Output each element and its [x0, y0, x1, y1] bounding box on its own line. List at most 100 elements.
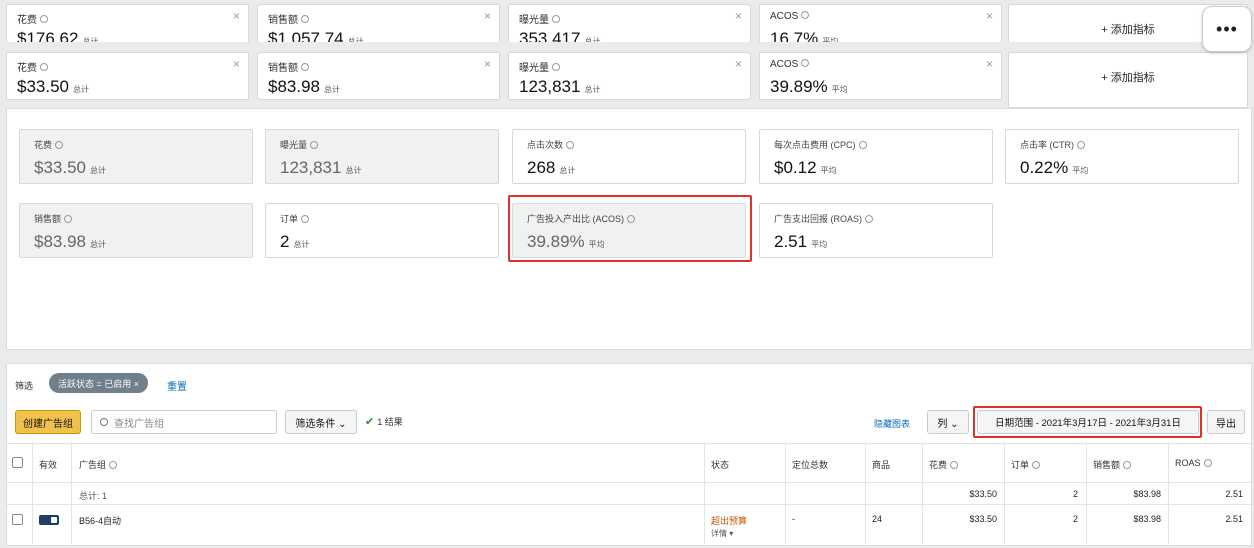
card-unit: 总计 [324, 85, 340, 94]
spend-value: $33.50 [969, 514, 997, 524]
metric-tile[interactable]: 每次点击费用 (CPC) $0.12 平均 [759, 129, 993, 184]
close-icon[interactable]: × [233, 9, 240, 23]
card-unit: 总计 [73, 85, 89, 94]
filter-conditions-dropdown[interactable]: 筛选条件 ⌄ [285, 410, 357, 434]
tile-label: 点击次数 [527, 140, 564, 150]
tile-unit: 总计 [90, 166, 106, 175]
create-ad-group-button[interactable]: 创建广告组 [15, 410, 81, 434]
metric-card[interactable]: 曝光量 × 353,417 总计 [508, 4, 751, 42]
col-header-status[interactable]: 状态 [711, 458, 729, 471]
card-label: 销售额 [268, 63, 298, 74]
metric-tile[interactable]: 曝光量 123,831 总计 [265, 129, 499, 184]
export-button[interactable]: 导出 [1207, 410, 1245, 434]
filter-chip-status[interactable]: 活跃状态 = 已启用 × [49, 373, 149, 393]
tile-unit: 平均 [1072, 166, 1089, 175]
card-unit: 总计 [584, 85, 601, 94]
add-metric-label: + 添加指标 [1101, 72, 1155, 84]
total-spend: $33.50 [969, 489, 997, 499]
info-icon [40, 63, 48, 72]
toggle-knob [51, 517, 57, 523]
metric-tile[interactable]: 销售额 $83.98 总计 [19, 203, 253, 258]
info-icon [552, 15, 560, 24]
tile-label: 订单 [280, 214, 299, 224]
ad-group-name-link[interactable]: B56-4自动 [79, 514, 121, 527]
metric-card[interactable]: 花费 × $33.50 总计 [6, 52, 249, 100]
card-value: 123,831 [519, 77, 581, 96]
card-unit: 平均 [831, 85, 848, 94]
card-value: 16.7% [770, 29, 819, 42]
metric-tile[interactable]: 点击次数 268 总计 [512, 129, 746, 184]
card-unit: 总计 [347, 37, 364, 42]
card-value: 39.89% [770, 77, 828, 96]
col-header-products[interactable]: 商品 [872, 458, 890, 471]
roas-value: 2.51 [1225, 514, 1243, 524]
card-label: ACOS [770, 11, 799, 22]
add-metric-card[interactable]: + 添加指标 [1008, 52, 1248, 108]
more-options-button[interactable]: ••• [1202, 6, 1252, 52]
card-value: $33.50 [17, 77, 69, 96]
tile-value: 0.22% [1020, 158, 1069, 177]
info-icon [1032, 460, 1041, 469]
metric-tile[interactable]: 点击率 (CTR) 0.22% 平均 [1005, 129, 1239, 184]
card-label: 花费 [17, 63, 37, 74]
card-unit: 总计 [82, 37, 99, 42]
active-toggle[interactable] [39, 515, 59, 525]
close-icon[interactable]: × [735, 9, 742, 23]
total-sales: $83.98 [1133, 489, 1161, 499]
ad-groups-section: 筛选 活跃状态 = 已启用 × 重置 创建广告组 查找广告组 筛选条件 ⌄ ✔ 1… [6, 363, 1252, 547]
close-icon[interactable]: × [233, 57, 240, 71]
sales-value: $83.98 [1133, 514, 1161, 524]
close-icon[interactable]: × [735, 57, 742, 71]
card-label: 曝光量 [519, 63, 549, 74]
info-icon [64, 214, 73, 223]
metric-card[interactable]: 销售额 × $83.98 总计 [257, 52, 500, 100]
tile-label: 销售额 [34, 214, 62, 224]
close-icon[interactable]: × [484, 57, 491, 71]
info-icon [1077, 140, 1085, 149]
reset-filter-link[interactable]: 重置 [167, 378, 187, 393]
card-label: 销售额 [268, 15, 298, 26]
table-row[interactable]: B56-4自动 超出预算 详情 ▾ - 24 $33.50 2 $83.98 2… [7, 505, 1251, 545]
status-detail-dropdown[interactable]: 详情 ▾ [711, 528, 733, 539]
col-header-active[interactable]: 有效 [39, 458, 57, 471]
metric-card[interactable]: ACOS × 39.89% 平均 [759, 52, 1002, 100]
search-placeholder: 查找广告组 [114, 418, 164, 430]
info-icon [552, 63, 560, 72]
card-label: 花费 [17, 15, 37, 26]
card-label: 曝光量 [519, 15, 549, 26]
col-header-orders[interactable]: 订单 [1011, 458, 1041, 471]
col-header-ad-group[interactable]: 广告组 [79, 458, 118, 471]
col-header-spend[interactable]: 花费 [929, 458, 959, 471]
col-header-roas[interactable]: ROAS [1175, 458, 1212, 468]
hide-chart-link[interactable]: 隐藏图表 [874, 417, 910, 430]
search-input[interactable]: 查找广告组 [91, 410, 277, 434]
tile-unit: 总计 [90, 240, 106, 249]
tile-label: 广告支出回报 (ROAS) [774, 214, 863, 224]
metric-tile[interactable]: 花费 $33.50 总计 [19, 129, 253, 184]
info-icon [301, 63, 309, 72]
close-icon[interactable]: × [986, 9, 993, 23]
info-icon [55, 140, 64, 149]
col-header-sales[interactable]: 销售额 [1093, 458, 1132, 471]
tile-label: 点击率 (CTR) [1020, 140, 1074, 150]
info-icon [109, 460, 118, 469]
metric-tile[interactable]: 广告支出回报 (ROAS) 2.51 平均 [759, 203, 993, 258]
col-header-targets[interactable]: 定位总数 [792, 458, 828, 471]
card-value: 353,417 [519, 29, 581, 42]
tile-value: 123,831 [280, 158, 342, 177]
columns-dropdown[interactable]: 列 ⌄ [927, 410, 969, 434]
close-icon[interactable]: × [484, 9, 491, 23]
metric-card[interactable]: 销售额 × $1,057.74 总计 [257, 4, 500, 42]
select-all-checkbox[interactable] [12, 457, 23, 468]
products-link[interactable]: 24 [872, 514, 882, 524]
tile-unit: 总计 [559, 166, 576, 175]
metric-card[interactable]: ACOS × 16.7% 平均 [759, 4, 1002, 42]
card-value: $176.62 [17, 29, 79, 42]
info-icon [40, 15, 48, 24]
metric-tile[interactable]: 订单 2 总计 [265, 203, 499, 258]
close-icon[interactable]: × [986, 57, 993, 71]
row-checkbox[interactable] [12, 514, 23, 525]
metric-card[interactable]: 曝光量 × 123,831 总计 [508, 52, 751, 100]
tile-value: 2.51 [774, 232, 808, 251]
metric-card[interactable]: 花费 × $176.62 总计 [6, 4, 249, 42]
